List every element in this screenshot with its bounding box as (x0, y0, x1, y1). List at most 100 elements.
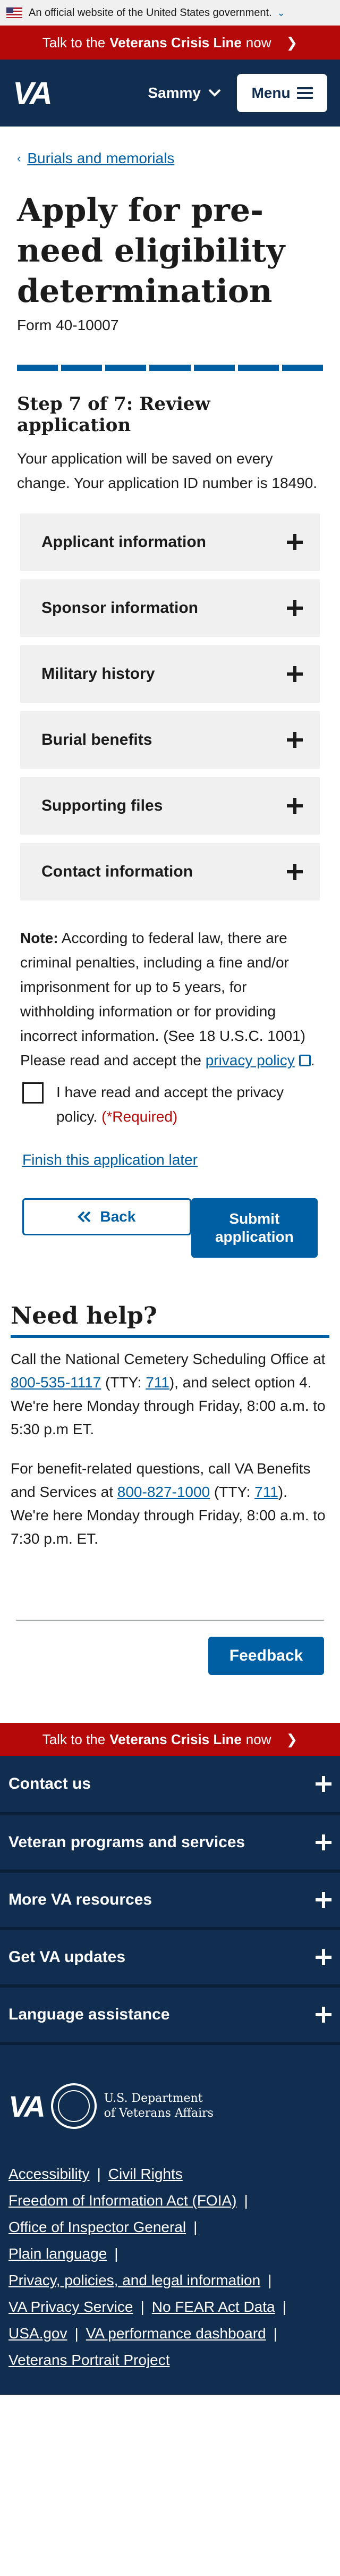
va-logo[interactable]: VA (13, 75, 53, 112)
footer-link-accessibility[interactable]: Accessibility (8, 2166, 89, 2182)
footer-link-portrait-project[interactable]: Veterans Portrait Project (8, 2352, 169, 2368)
footer-accordion-label: More VA resources (8, 1891, 152, 1908)
step-title: Step 7 of 7: Review application (17, 393, 210, 436)
submit-application-button[interactable]: Submit application (191, 1198, 318, 1258)
accordion-burial-benefits[interactable]: Burial benefits (20, 711, 320, 769)
footer-link-performance[interactable]: VA performance dashboard (86, 2325, 266, 2342)
help-benefits-text: For benefit-related questions, call VA B… (11, 1457, 329, 1551)
accordion-label: Military history (41, 665, 155, 683)
chevron-down-icon: ⌄ (277, 7, 285, 18)
privacy-checkbox[interactable] (22, 1082, 44, 1104)
footer-link-foia[interactable]: Freedom of Information Act (FOIA) (8, 2192, 236, 2209)
crisis-line-name: Veterans Crisis Line (109, 1731, 242, 1747)
footer-accordion-contact-us[interactable]: Contact us (0, 1756, 340, 1815)
privacy-checkbox-row: I have read and accept the privacy polic… (17, 1080, 323, 1129)
progress-segment (193, 365, 235, 371)
user-menu-button[interactable]: Sammy (148, 85, 221, 102)
official-gov-banner[interactable]: An official website of the United States… (0, 0, 340, 26)
footer-link-civil-rights[interactable]: Civil Rights (108, 2166, 183, 2182)
footer-link-usagov[interactable]: USA.gov (8, 2325, 67, 2342)
accordion-contact-information[interactable]: Contact information (20, 843, 320, 900)
department-line: of Veterans Affairs (104, 2107, 214, 2120)
footer-accordion-va-updates[interactable]: Get VA updates (0, 1930, 340, 1988)
feedback-button[interactable]: Feedback (208, 1637, 324, 1675)
need-help-section: Need help? Call the National Cemetery Sc… (0, 1302, 340, 1551)
legal-note: Note: According to federal law, there ar… (20, 926, 320, 1048)
plus-icon (316, 2007, 332, 2023)
privacy-accept-text: Please read and accept the privacy polic… (20, 1048, 320, 1073)
help-text: (TTY: (101, 1374, 146, 1391)
crisis-line-suffix: now (245, 1731, 271, 1747)
need-help-title: Need help? (11, 1302, 157, 1329)
menu-button[interactable]: Menu (237, 74, 327, 112)
accordion-military-history[interactable]: Military history (20, 645, 320, 703)
form-navigation: Back Submit application (17, 1198, 323, 1258)
required-marker: (*Required) (101, 1108, 178, 1125)
footer-accordion-language-assistance[interactable]: Language assistance (0, 1988, 340, 2045)
privacy-checkbox-label[interactable]: I have read and accept the privacy polic… (56, 1080, 323, 1129)
footer-link-oig[interactable]: Office of Inspector General (8, 2219, 186, 2235)
footer-va-logo: VA (8, 2089, 46, 2123)
user-name: Sammy (148, 85, 201, 101)
footer-link-no-fear[interactable]: No FEAR Act Data (152, 2299, 275, 2315)
site-footer: Talk to the Veterans Crisis Line now ❯ C… (0, 1723, 340, 2395)
form-number: Form 40-10007 (17, 317, 119, 333)
accordion-sponsor-information[interactable]: Sponsor information (20, 579, 320, 637)
crisis-line-suffix: now (245, 34, 271, 50)
benefits-phone-link[interactable]: 800-827-1000 (117, 1484, 210, 1500)
va-seal-icon (50, 2083, 97, 2129)
footer-link-privacy-policies[interactable]: Privacy, policies, and legal information (8, 2272, 260, 2288)
chevron-right-icon: ❯ (286, 1731, 298, 1747)
footer-crisis-line-bar[interactable]: Talk to the Veterans Crisis Line now ❯ (0, 1723, 340, 1756)
progress-bar (17, 365, 323, 371)
department-name: U.S. Department of Veterans Affairs (104, 2091, 214, 2121)
footer-accordion-label: Veteran programs and services (8, 1833, 245, 1851)
external-link-icon (299, 1055, 311, 1066)
footer-accordion-label: Language assistance (8, 2006, 170, 2023)
footer-link-plain-language[interactable]: Plain language (8, 2245, 107, 2262)
main-content: Apply for pre-need eligibility determina… (0, 190, 340, 1258)
footer-links: Accessibility | Civil Rights Freedom of In… (8, 2166, 286, 2368)
veterans-crisis-line-bar[interactable]: Talk to the Veterans Crisis Line now ❯ (0, 26, 340, 60)
menu-label: Menu (251, 85, 291, 101)
progress-segment (149, 365, 191, 371)
privacy-policy-link[interactable]: privacy policy (206, 1052, 295, 1068)
note-label: Note: (20, 930, 58, 946)
official-banner-text: An official website of the United States… (29, 6, 272, 19)
accordion-label: Supporting files (41, 797, 163, 814)
accordion-supporting-files[interactable]: Supporting files (20, 777, 320, 835)
progress-segment (282, 365, 323, 371)
chevron-left-icon: ‹ (17, 151, 21, 165)
progress-segment (237, 365, 279, 371)
crisis-line-name: Veterans Crisis Line (109, 34, 242, 50)
progress-segment (61, 365, 103, 371)
back-label: Back (100, 1208, 136, 1225)
plus-icon (287, 864, 303, 880)
us-flag-icon (6, 7, 22, 18)
plus-icon (287, 534, 303, 550)
progress-segment (17, 365, 58, 371)
breadcrumb-burials-link[interactable]: Burials and memorials (27, 150, 174, 167)
finish-later-link[interactable]: Finish this application later (17, 1151, 323, 1168)
tty-link[interactable]: 711 (254, 1484, 278, 1500)
footer-branding[interactable]: VA U.S. Department of Veterans Affairs (0, 2045, 340, 2129)
footer-accordion-label: Get VA updates (8, 1948, 126, 1966)
tty-link[interactable]: 711 (146, 1374, 169, 1391)
help-divider (11, 1335, 329, 1338)
plus-icon (316, 1892, 332, 1908)
chevron-right-icon: ❯ (286, 34, 298, 50)
department-line: U.S. Department (104, 2092, 203, 2105)
hamburger-icon (296, 87, 313, 99)
footer-accordion-label: Contact us (8, 1775, 91, 1792)
plus-icon (316, 1834, 332, 1850)
breadcrumb: ‹ Burials and memorials (0, 127, 340, 171)
back-button[interactable]: Back (22, 1198, 191, 1235)
footer-accordion-more-resources[interactable]: More VA resources (0, 1873, 340, 1930)
footer-link-va-privacy[interactable]: VA Privacy Service (8, 2299, 133, 2315)
plus-icon (287, 798, 303, 814)
help-scheduling-text: Call the National Cemetery Scheduling Of… (11, 1348, 329, 1441)
legal-notice: Note: According to federal law, there ar… (17, 926, 323, 1073)
footer-accordion-veteran-programs[interactable]: Veteran programs and services (0, 1815, 340, 1873)
accordion-applicant-information[interactable]: Applicant information (20, 513, 320, 571)
scheduling-phone-link[interactable]: 800-535-1117 (11, 1374, 101, 1391)
